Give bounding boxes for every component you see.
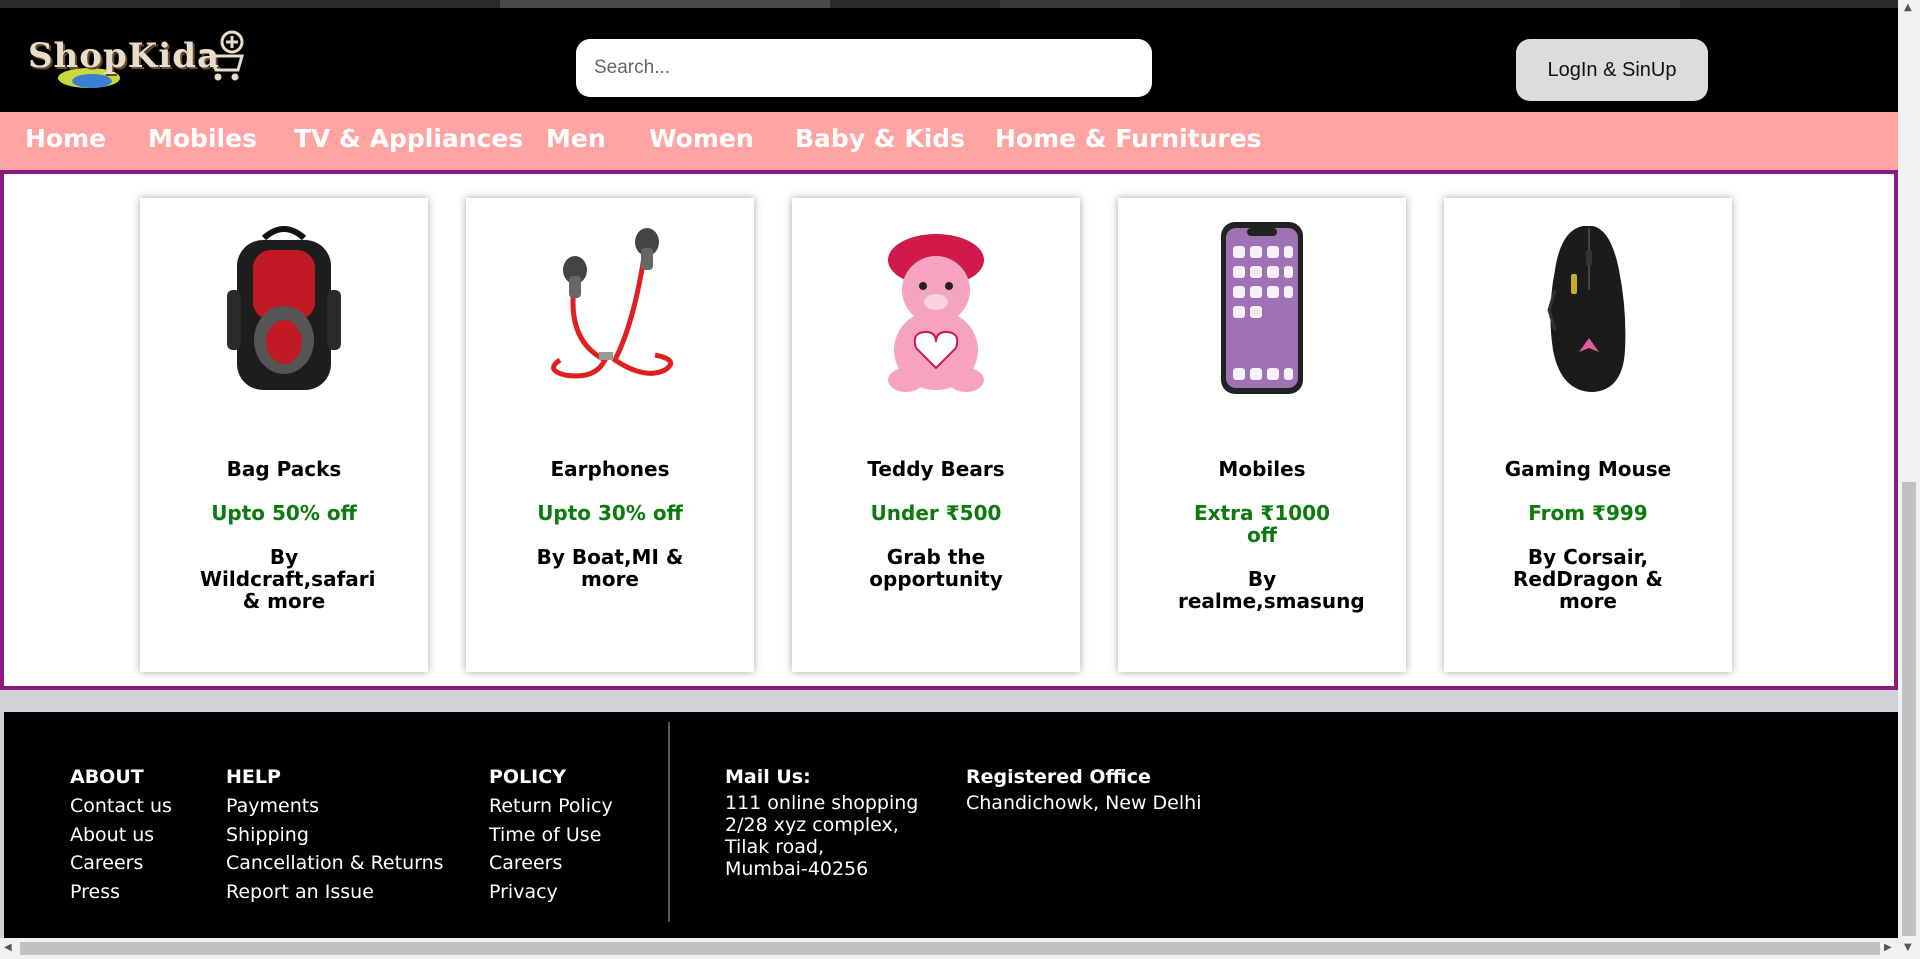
footer-link[interactable]: Time of Use: [489, 821, 613, 850]
footer-link[interactable]: Privacy: [489, 878, 613, 907]
footer-link[interactable]: Cancellation & Returns: [226, 849, 444, 878]
nav-item-home-furnitures[interactable]: Home & Furnitures: [995, 124, 1262, 153]
top-strip: [0, 0, 1898, 8]
footer-policy-column: POLICY Return Policy Time of Use Careers…: [489, 766, 613, 906]
product-card-teddy-bears[interactable]: Teddy Bears Under ₹500 Grab the opportun…: [792, 198, 1080, 672]
nav-item-tv-appliances[interactable]: TV & Appliances: [294, 124, 523, 153]
login-signup-button[interactable]: LogIn & SinUp: [1516, 39, 1708, 101]
search-input[interactable]: [576, 39, 1152, 97]
vertical-scrollbar[interactable]: ▲ ▼: [1898, 0, 1920, 959]
footer-help-column: HELP Payments Shipping Cancellation & Re…: [226, 766, 444, 906]
footer-mail-column: Mail Us: 111 online shopping 2/28 xyz co…: [725, 766, 918, 880]
footer-link[interactable]: Shipping: [226, 821, 444, 850]
product-offer: From ₹999: [1528, 501, 1648, 525]
product-name: Bag Packs: [226, 457, 342, 481]
vertical-scrollbar-thumb[interactable]: [1902, 482, 1916, 936]
earphones-icon: [551, 228, 674, 379]
footer-heading: Mail Us:: [725, 766, 811, 788]
address-line: 111 online shopping: [725, 792, 919, 814]
product-offer: Upto 50% off: [211, 501, 357, 525]
gaming-mouse-icon: [1547, 226, 1626, 392]
product-offer: Under ₹500: [870, 501, 1002, 525]
footer-heading: POLICY: [489, 766, 566, 788]
horizontal-scrollbar[interactable]: ◀ ▶: [0, 938, 1898, 959]
footer-heading: ABOUT: [70, 766, 144, 788]
scroll-left-icon[interactable]: ◀: [4, 942, 12, 953]
category-nav: Home Mobiles TV & Appliances Men Women B…: [0, 112, 1898, 170]
product-card-bag-packs[interactable]: Bag Packs Upto 50% off By Wildcraft,safa…: [140, 198, 428, 672]
footer-office-column: Registered Office Chandichowk, New Delhi: [966, 766, 1201, 814]
product-offer: Upto 30% off: [537, 501, 683, 525]
footer-divider: [668, 722, 670, 922]
product-brands: By realme,smasung: [1178, 567, 1365, 613]
address-line: Mumbai-40256: [725, 858, 869, 880]
footer-link[interactable]: Careers: [70, 849, 172, 878]
product-brands: Grab the opportunity: [869, 545, 1003, 591]
site-logo[interactable]: ShopKida: [28, 30, 244, 92]
product-brands: By Corsair, RedDragon & more: [1513, 545, 1663, 613]
footer-link[interactable]: Report an Issue: [226, 878, 444, 907]
footer-link[interactable]: Return Policy: [489, 792, 613, 821]
product-section: Bag Packs Upto 50% off By Wildcraft,safa…: [0, 170, 1898, 690]
address-line: Tilak road,: [725, 836, 825, 858]
site-header: ShopKida LogIn & SinUp: [0, 8, 1898, 112]
product-card-gaming-mouse[interactable]: Gaming Mouse From ₹999 By Corsair, RedDr…: [1444, 198, 1732, 672]
teddy-bear-icon: [888, 234, 984, 392]
nav-item-mobiles[interactable]: Mobiles: [148, 124, 257, 153]
logo-blob: [72, 74, 112, 88]
footer-link[interactable]: Careers: [489, 849, 613, 878]
cart-plus-icon: [202, 30, 244, 81]
product-name: Teddy Bears: [867, 457, 1005, 481]
product-card-earphones[interactable]: Earphones Upto 30% off By Boat,MI & more: [466, 198, 754, 672]
address-line: Chandichowk, New Delhi: [966, 792, 1202, 814]
address-line: 2/28 xyz complex,: [725, 814, 899, 836]
nav-item-baby-kids[interactable]: Baby & Kids: [795, 124, 965, 153]
logo-text: ShopKida: [28, 36, 220, 76]
horizontal-scrollbar-thumb[interactable]: [20, 942, 1880, 955]
top-strip-segment: [1000, 0, 1680, 8]
footer-link[interactable]: Contact us: [70, 792, 172, 821]
footer-heading: Registered Office: [966, 766, 1151, 788]
site-footer: ABOUT Contact us About us Careers Press …: [4, 712, 1898, 938]
scroll-down-icon[interactable]: ▼: [1904, 942, 1912, 953]
top-strip-segment: [500, 0, 830, 8]
nav-item-men[interactable]: Men: [546, 124, 606, 153]
smartphone-icon: [1221, 222, 1303, 394]
scroll-up-icon[interactable]: ▲: [1904, 2, 1912, 13]
product-brands: By Boat,MI & more: [536, 545, 684, 591]
product-name: Earphones: [550, 457, 670, 481]
backpack-icon: [227, 226, 341, 390]
product-name: Gaming Mouse: [1504, 457, 1672, 481]
footer-link[interactable]: Press: [70, 878, 172, 907]
nav-item-women[interactable]: Women: [649, 124, 754, 153]
footer-heading: HELP: [226, 766, 281, 788]
footer-link[interactable]: About us: [70, 821, 172, 850]
product-brands: By Wildcraft,safari & more: [200, 545, 376, 613]
nav-item-home[interactable]: Home: [25, 124, 106, 153]
product-name: Mobiles: [1218, 457, 1306, 481]
footer-link[interactable]: Payments: [226, 792, 444, 821]
scroll-right-icon[interactable]: ▶: [1884, 942, 1892, 953]
footer-about-column: ABOUT Contact us About us Careers Press: [70, 766, 172, 906]
product-offer: Extra ₹1000 off: [1193, 501, 1331, 547]
product-card-mobiles[interactable]: Mobiles Extra ₹1000 off By realme,smasun…: [1118, 198, 1406, 672]
